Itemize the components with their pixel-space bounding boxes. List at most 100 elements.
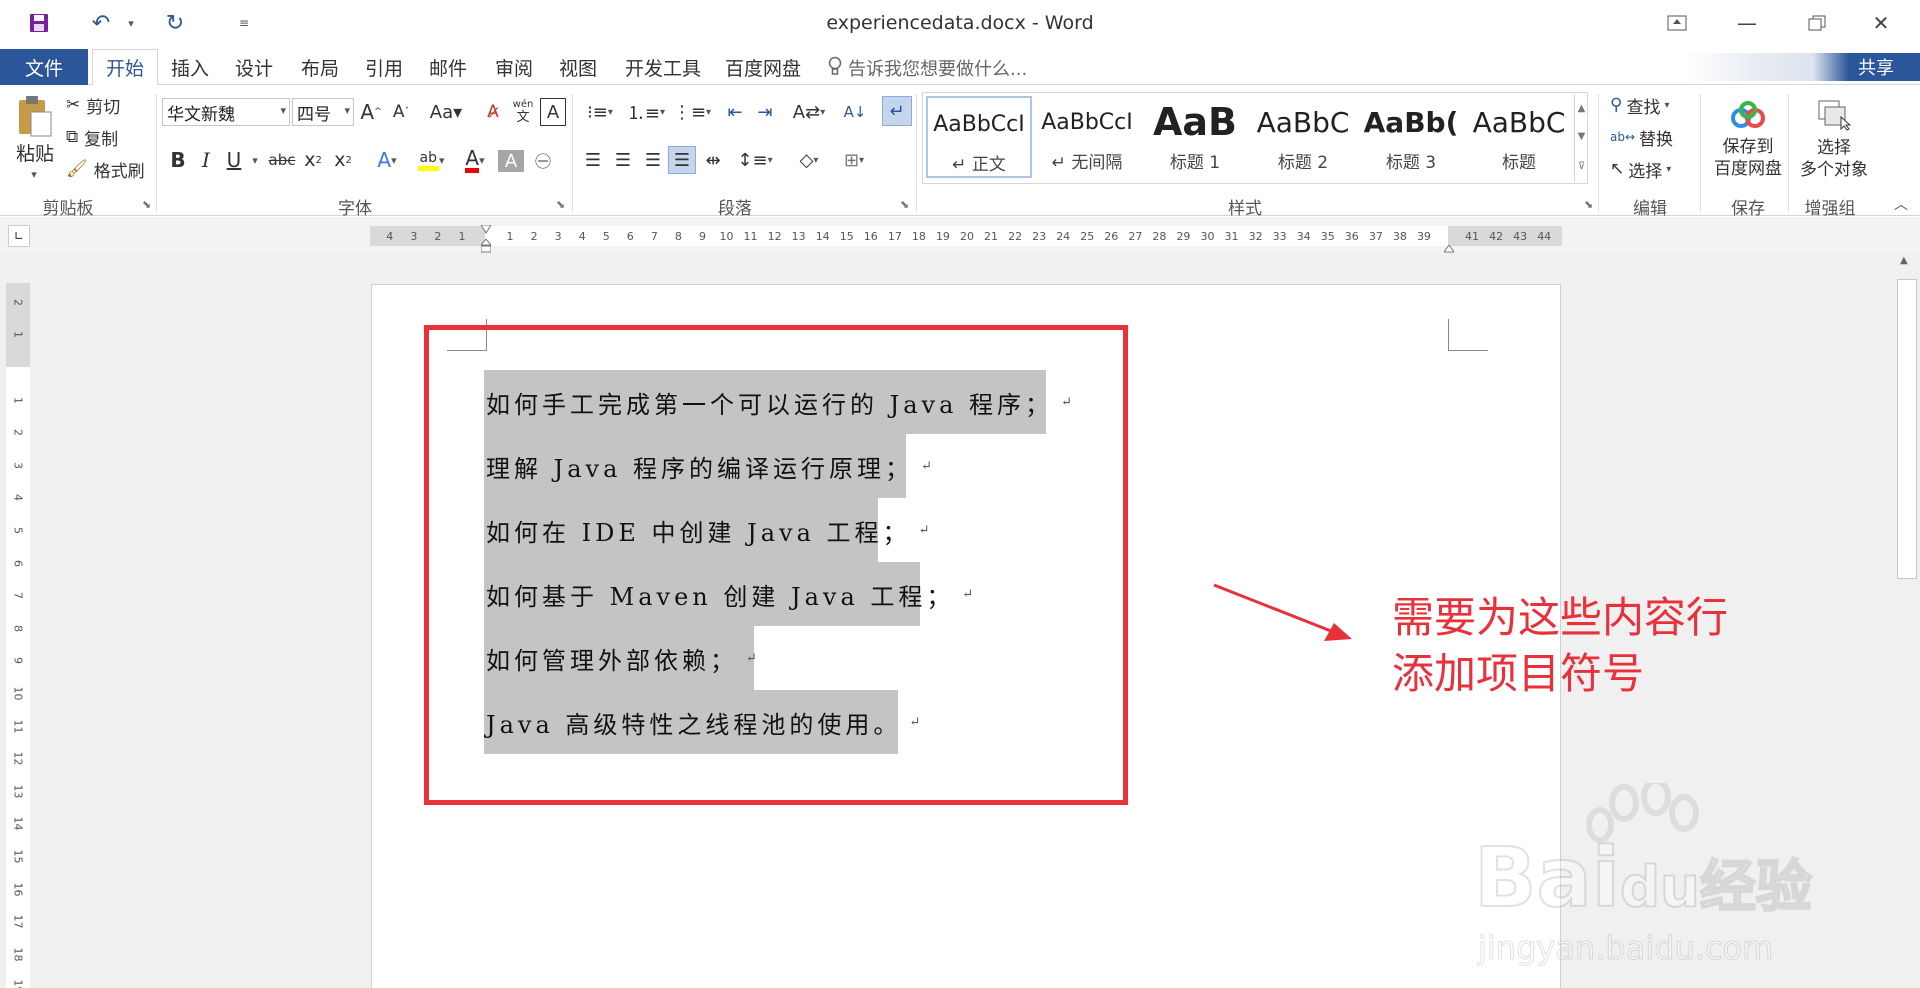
shading-icon[interactable]: ◇ ▾ [790, 146, 828, 174]
chevron-down-icon: ▾ [280, 104, 286, 117]
increase-indent-icon[interactable]: ⇥ [752, 98, 778, 126]
scroll-down-icon[interactable]: ▼ [1574, 122, 1588, 150]
tell-me-placeholder: 告诉我您想要做什么... [848, 59, 1028, 80]
ruler-tick-label: 4 [11, 494, 25, 502]
scroll-up-arrow-icon[interactable]: ▲ [1900, 255, 1908, 266]
font-color-icon[interactable]: A ▾ [456, 146, 494, 174]
shrink-font-icon[interactable]: Aˇ [388, 98, 414, 126]
align-center-icon[interactable]: ☰ [610, 146, 636, 174]
align-right-icon[interactable]: ☰ [640, 146, 666, 174]
tab-home[interactable]: 开始 [92, 49, 158, 85]
share-button[interactable]: 共享 [1682, 53, 1920, 81]
customize-toolbar-icon[interactable]: ≡ [236, 10, 252, 36]
hanging-indent-icon[interactable] [479, 238, 493, 253]
grow-font-icon[interactable]: A ^ [358, 98, 384, 126]
more-styles-icon[interactable]: ⊽ [1574, 150, 1588, 182]
align-left-icon[interactable]: ☰ [580, 146, 606, 174]
undo-icon[interactable]: ↶ [86, 10, 116, 36]
tab-developer[interactable]: 开发工具 [620, 49, 706, 85]
italic-button[interactable]: I [194, 146, 218, 174]
undo-dropdown-icon[interactable]: ▾ [124, 10, 138, 36]
style-normal[interactable]: AaBbCcI ↵ 正文 [926, 96, 1032, 178]
scrollbar-thumb[interactable] [1897, 279, 1917, 579]
copy-button[interactable]: ⧉ 复制 [66, 124, 156, 150]
annotation-red-box [424, 325, 1128, 805]
change-case-icon[interactable]: Aa▾ [426, 98, 466, 126]
style-name: ↵ 无间隔 [1051, 153, 1123, 173]
phonetic-guide-icon[interactable]: wén 文 [510, 96, 536, 126]
watermark-logo: Baidu经验 [1473, 830, 1813, 927]
ribbon-display-icon[interactable] [1654, 8, 1700, 38]
tab-references[interactable]: 引用 [356, 49, 412, 85]
select-multiple-objects-button[interactable]: 选择 多个对象 [1792, 92, 1876, 188]
style-title[interactable]: AaBbC 标题 [1466, 96, 1572, 178]
decrease-indent-icon[interactable]: ⇤ [722, 98, 748, 126]
clipboard-launcher-icon[interactable]: ⬊ [142, 198, 151, 211]
first-line-indent-icon[interactable] [480, 220, 492, 234]
find-button[interactable]: ⚲ 查找 ▾ [1610, 92, 1694, 118]
character-shading-icon[interactable]: A [498, 150, 524, 172]
text-effects-icon[interactable]: A ▾ [368, 146, 406, 174]
underline-dropdown-icon[interactable]: ▾ [248, 146, 262, 174]
horizontal-ruler[interactable]: 4 3 2 1 1 2 3 4 5 6 7 8 9 10 11 12 13 14 15 16 17 18 19 20 21 22 2… [370, 224, 1562, 253]
styles-launcher-icon[interactable]: ⬊ [1584, 198, 1593, 211]
style-heading-3[interactable]: AaBb( 标题 3 [1358, 96, 1464, 178]
paragraph-launcher-icon[interactable]: ⬊ [900, 198, 909, 211]
paste-label[interactable]: 粘贴 [10, 140, 60, 165]
clear-formatting-icon[interactable]: A̷ [480, 98, 506, 126]
show-formatting-marks-icon[interactable]: ↵ [882, 96, 912, 126]
cut-button[interactable]: ✂ 剪切 [66, 92, 156, 118]
tab-insert[interactable]: 插入 [162, 49, 218, 85]
tab-review[interactable]: 审阅 [486, 49, 542, 85]
superscript-icon[interactable]: x2 [330, 146, 356, 174]
right-indent-icon[interactable] [1443, 238, 1455, 253]
underline-button[interactable]: U [222, 146, 246, 174]
enclose-characters-icon[interactable]: ㊀ [530, 146, 556, 174]
save-icon[interactable] [24, 10, 54, 36]
bold-button[interactable]: B [166, 146, 190, 174]
tab-selector-icon[interactable]: ∟ [8, 225, 30, 247]
tab-view[interactable]: 视图 [550, 49, 606, 85]
style-no-spacing[interactable]: AaBbCcI ↵ 无间隔 [1034, 96, 1140, 178]
watermark-bai: Bai [1473, 830, 1621, 927]
format-painter-button[interactable]: 🖌 格式刷 [66, 156, 156, 182]
text-direction-icon[interactable]: A⇄ ▾ [790, 98, 828, 126]
vertical-ruler[interactable]: 2 1 1 2 3 4 5 6 7 8 9 10 11 12 13 14 15 16 17 18 19 [6, 283, 30, 988]
justify-icon[interactable]: ☰ [668, 146, 696, 174]
tab-file[interactable]: 文件 [0, 49, 88, 85]
bullets-icon[interactable]: ⁝≡ ▾ [580, 98, 620, 126]
save-to-baidu-button[interactable]: 保存到 百度网盘 [1706, 92, 1790, 188]
distributed-icon[interactable]: ⇹ [700, 146, 726, 174]
redo-icon[interactable]: ↻ [160, 10, 190, 36]
style-heading-2[interactable]: AaBbC 标题 2 [1250, 96, 1356, 178]
strikethrough-button[interactable]: abc [266, 146, 298, 174]
tab-layout[interactable]: 布局 [292, 49, 348, 85]
select-button[interactable]: ↖ 选择 ▾ [1610, 156, 1694, 182]
collapse-ribbon-icon[interactable]: ︿ [1890, 194, 1912, 214]
replace-button[interactable]: ab↔ 替换 [1610, 124, 1694, 150]
font-name-combo[interactable]: 华文新魏 ▾ [162, 98, 290, 126]
restore-icon[interactable] [1794, 8, 1840, 38]
ruler-tick-label: 32 [1248, 230, 1263, 243]
style-heading-1[interactable]: AaB 标题 1 [1142, 96, 1248, 178]
minimize-icon[interactable]: — [1724, 8, 1770, 38]
tell-me-box[interactable]: 告诉我您想要做什么... [828, 55, 1027, 81]
subscript-icon[interactable]: x2 [300, 146, 326, 174]
borders-icon[interactable]: ⊞ ▾ [834, 146, 874, 174]
character-border-icon[interactable]: A [540, 98, 566, 126]
paste-icon[interactable] [10, 92, 60, 142]
tab-design[interactable]: 设计 [226, 49, 282, 85]
tab-baidu-netdisk[interactable]: 百度网盘 [720, 49, 806, 85]
numbering-icon[interactable]: ⒈≡ ▾ [626, 98, 666, 126]
multilevel-list-icon[interactable]: ⋮≡ ▾ [672, 98, 712, 126]
paste-dropdown-icon[interactable]: ▾ [26, 166, 42, 182]
font-launcher-icon[interactable]: ⬊ [556, 198, 565, 211]
scroll-up-icon[interactable]: ▲ [1574, 94, 1588, 122]
ruler-tick-label: 11 [11, 719, 25, 734]
close-icon[interactable]: ✕ [1858, 8, 1904, 38]
font-size-combo[interactable]: 四号 ▾ [292, 98, 354, 126]
tab-mailings[interactable]: 邮件 [420, 49, 476, 85]
line-spacing-icon[interactable]: ↕≡ ▾ [736, 146, 774, 174]
highlight-color-icon[interactable]: ab ▾ [410, 146, 452, 174]
sort-icon[interactable]: A↓ [842, 98, 868, 126]
